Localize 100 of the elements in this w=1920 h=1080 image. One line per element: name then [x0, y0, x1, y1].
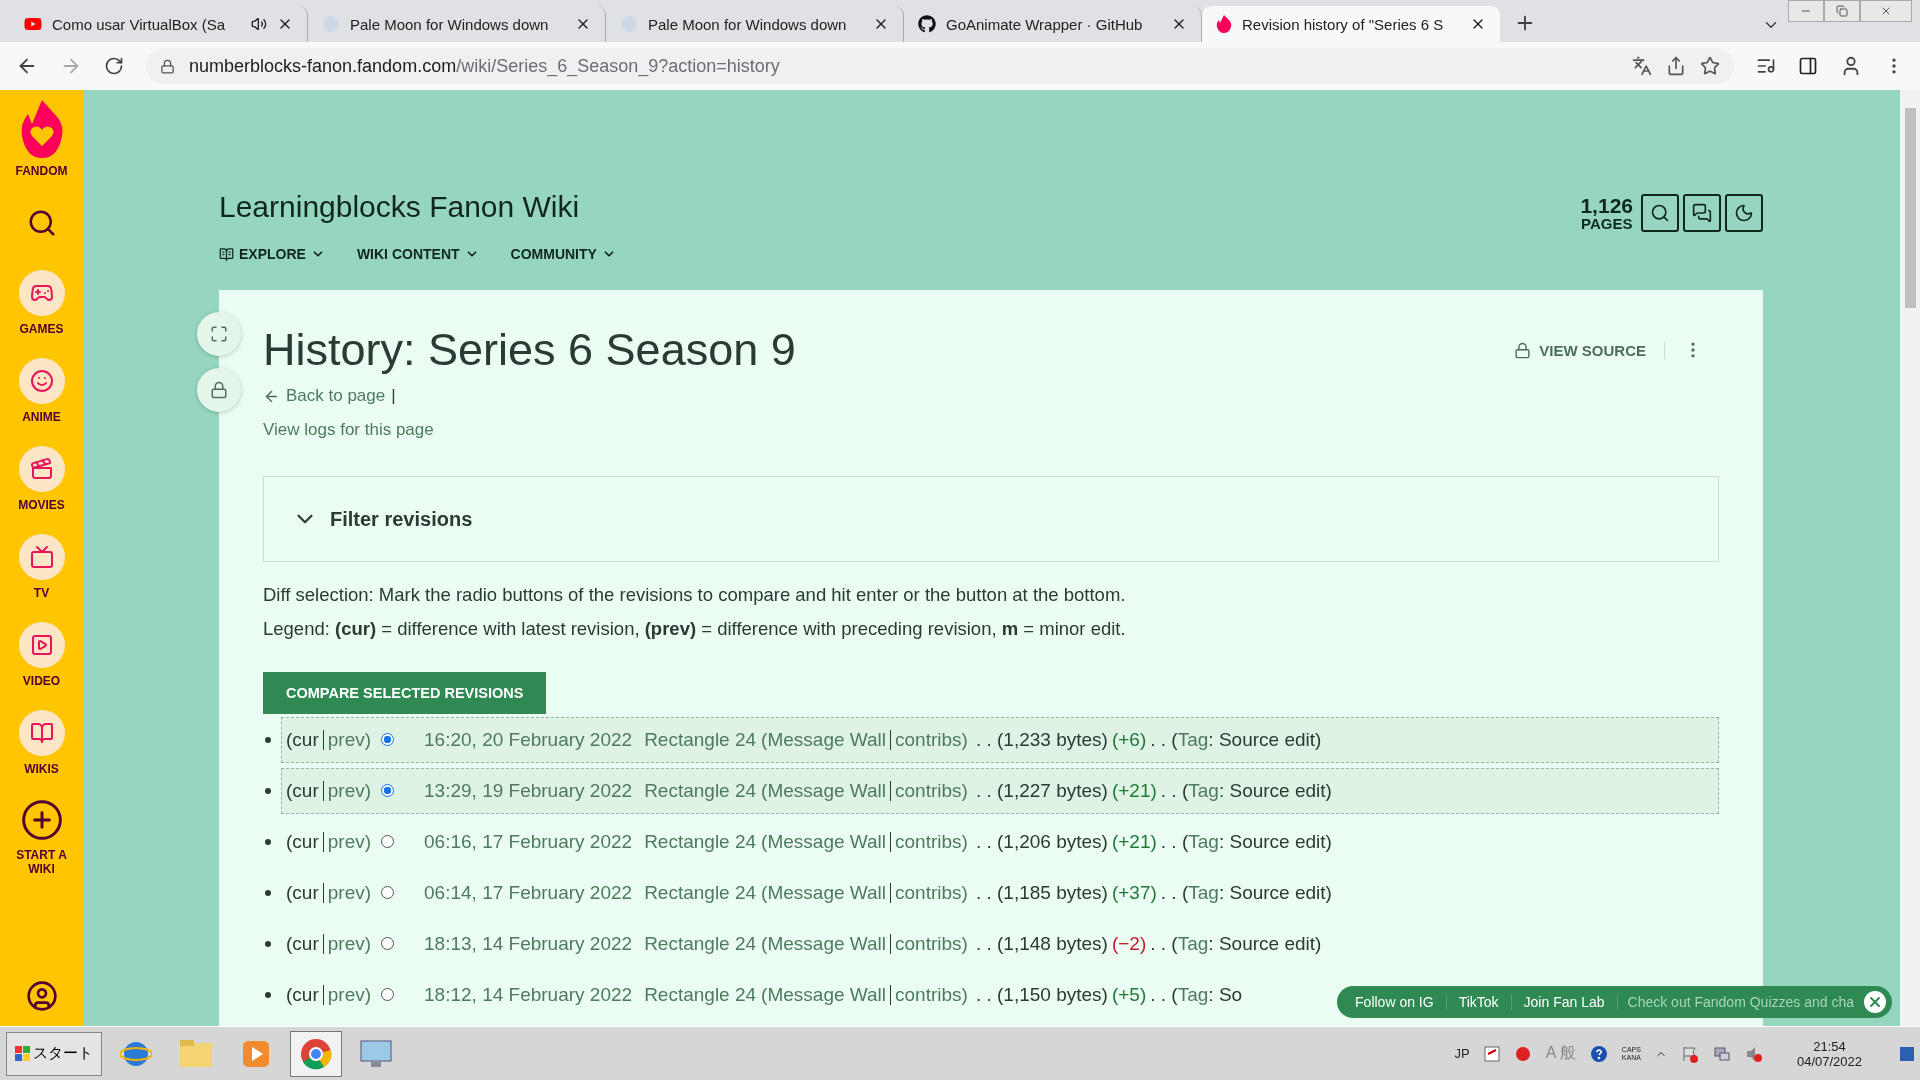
cur-text: (cur — [286, 983, 319, 1006]
scrollbar[interactable] — [1900, 90, 1920, 1026]
message-wall-link[interactable]: (Message Wall — [761, 983, 887, 1006]
back-link[interactable]: Back to page — [286, 386, 386, 406]
start-button[interactable]: スタート — [6, 1031, 102, 1076]
message-wall-link[interactable]: (Message Wall — [761, 830, 887, 853]
contribs-link[interactable]: contribs) — [895, 983, 968, 1006]
user-link[interactable]: Rectangle 24 — [644, 779, 757, 802]
user-link[interactable]: Rectangle 24 — [644, 728, 757, 751]
category-button[interactable] — [18, 358, 65, 404]
address-bar[interactable]: numberblocks-fanon.fandom.com/wiki/Series_6_Season_9?action=history — [146, 48, 1734, 84]
category-button[interactable] — [18, 534, 65, 580]
search-button[interactable] — [1641, 194, 1679, 232]
prev-link[interactable]: prev) — [327, 881, 372, 904]
user-link[interactable]: Rectangle 24 — [644, 881, 757, 904]
tag-link[interactable]: Tag — [1188, 881, 1219, 904]
user-link[interactable]: Rectangle 24 — [644, 983, 757, 1006]
prev-link[interactable]: prev) — [327, 728, 372, 751]
view-source-button[interactable]: VIEW SOURCE — [1514, 341, 1665, 359]
taskbar-app[interactable] — [290, 1030, 342, 1077]
dark-mode-button[interactable] — [1725, 194, 1763, 232]
diff-help-text: Diff selection: Mark the radio buttons of the revisions to compare and hit enter or the button at the bottom. — [263, 584, 1127, 606]
revision-date-link[interactable]: 18:12, 14 February 2022 — [424, 983, 633, 1006]
reload-icon[interactable] — [104, 56, 124, 76]
bullet-icon — [265, 838, 271, 845]
category-button[interactable] — [18, 446, 65, 492]
nav-menu[interactable]: WIKI CONTENT — [356, 246, 479, 262]
tag-prefix: . . ( — [1150, 983, 1178, 1006]
radio-button[interactable] — [381, 784, 395, 797]
ball-icon[interactable] — [1513, 1044, 1532, 1063]
filter-panel[interactable]: Filter revisions — [263, 476, 1719, 562]
ime-mode[interactable]: A 般 — [1545, 1043, 1576, 1064]
language-indicator[interactable]: JP — [1454, 1046, 1470, 1061]
promo-text[interactable]: Check out Fandom Quizzes and cha — [1617, 994, 1864, 1010]
nav-menu[interactable]: EXPLORE — [219, 246, 325, 262]
user-icon[interactable] — [25, 980, 58, 1012]
page-count: 1,126 — [1580, 195, 1633, 216]
tag-link[interactable]: Tag — [1177, 983, 1209, 1006]
help-icon[interactable] — [1589, 1044, 1608, 1063]
category-button[interactable] — [18, 270, 65, 316]
radio-button[interactable] — [381, 988, 395, 1001]
size-change: (+21) — [1111, 779, 1157, 802]
revision-date-link[interactable]: 18:13, 14 February 2022 — [424, 932, 633, 955]
wiki-name[interactable]: Learningblocks Fanon Wiki — [219, 190, 616, 224]
radio-button[interactable] — [381, 937, 395, 950]
flame-heart-icon — [1216, 15, 1232, 33]
prev-link[interactable]: prev) — [327, 983, 372, 1006]
revision-date-link[interactable]: 16:20, 20 February 2022 — [424, 728, 633, 751]
message-wall-link[interactable]: (Message Wall — [761, 779, 887, 802]
prev-link[interactable]: prev) — [327, 932, 372, 955]
cur-text: (cur — [286, 728, 319, 751]
social-link[interactable]: Follow on IG — [1343, 994, 1447, 1010]
contribs-link[interactable]: contribs) — [895, 932, 968, 955]
ime-pad-icon[interactable] — [1483, 1045, 1500, 1062]
tag-link[interactable]: Tag — [1177, 932, 1209, 955]
share-icon[interactable] — [1666, 56, 1686, 76]
message-wall-link[interactable]: (Message Wall — [761, 881, 887, 904]
fandom-label: FANDOM — [14, 164, 69, 178]
flag-icon[interactable] — [1680, 1044, 1699, 1063]
contribs-link[interactable]: contribs) — [895, 779, 968, 802]
browser-tab[interactable]: Revision history of "Series 6 S — [1202, 6, 1500, 42]
media-icon[interactable] — [1756, 56, 1776, 76]
side-panel-icon[interactable] — [1798, 56, 1818, 76]
category-button[interactable] — [18, 622, 65, 668]
user-link[interactable]: Rectangle 24 — [644, 932, 757, 955]
category-button[interactable] — [18, 710, 65, 756]
radio-button[interactable] — [381, 733, 395, 746]
contribs-link[interactable]: contribs) — [895, 881, 968, 904]
prev-link[interactable]: prev) — [327, 779, 372, 802]
radio-button[interactable] — [381, 835, 395, 848]
message-wall-link[interactable]: (Message Wall — [761, 728, 887, 751]
contribs-link[interactable]: contribs) — [895, 830, 968, 853]
tag-link[interactable]: Tag — [1188, 779, 1219, 802]
nav-menu[interactable]: COMMUNITY — [510, 246, 616, 262]
user-link[interactable]: Rectangle 24 — [644, 830, 757, 853]
chrome-icon — [300, 1037, 332, 1070]
size-text: . . (1,148 bytes) — [975, 932, 1108, 955]
logs-link[interactable]: View logs for this page — [263, 420, 434, 440]
compare-button[interactable]: COMPARE SELECTED REVISIONS — [263, 672, 547, 714]
clock-date: 04/07/2022 — [1796, 1053, 1862, 1069]
revision-date-link[interactable]: 06:16, 17 February 2022 — [424, 830, 633, 853]
network-icon[interactable] — [1712, 1044, 1731, 1063]
lock-button[interactable] — [197, 368, 241, 412]
radio-button[interactable] — [381, 886, 395, 899]
show-desktop-icon[interactable] — [1900, 1046, 1914, 1061]
social-link[interactable]: Join Fan Lab — [1511, 994, 1618, 1010]
contribs-link[interactable]: contribs) — [895, 728, 968, 751]
close-button[interactable] — [1864, 991, 1886, 1013]
tag-link[interactable]: Tag — [1177, 728, 1209, 751]
revision-date-link[interactable]: 06:14, 17 February 2022 — [424, 881, 633, 904]
social-link[interactable]: TikTok — [1446, 994, 1512, 1010]
discussions-button[interactable] — [1683, 194, 1721, 232]
tag-link[interactable]: Tag — [1188, 830, 1219, 853]
prev-link[interactable]: prev) — [327, 830, 372, 853]
flame-heart-icon[interactable] — [19, 100, 64, 158]
bookmark-star-icon[interactable] — [1700, 56, 1720, 76]
cur-text: (cur — [286, 779, 319, 802]
message-wall-link[interactable]: (Message Wall — [761, 932, 887, 955]
translate-icon[interactable] — [1632, 56, 1652, 76]
revision-date-link[interactable]: 13:29, 19 February 2022 — [424, 779, 633, 802]
